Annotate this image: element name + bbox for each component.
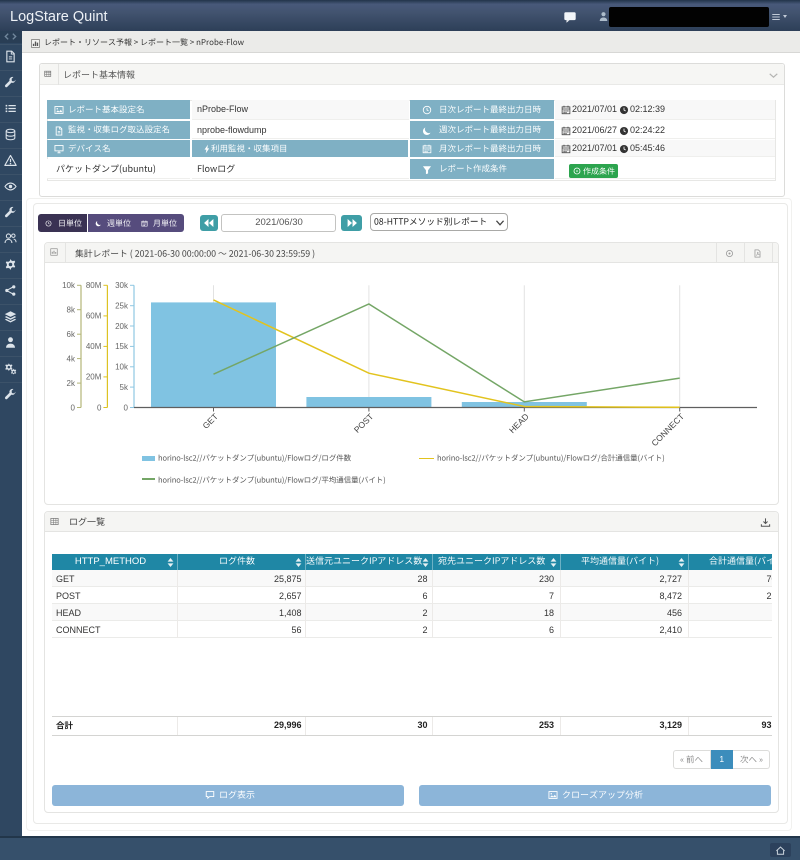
svg-text:60M: 60M <box>86 312 102 321</box>
svg-text:5k: 5k <box>120 383 129 392</box>
svg-text:0: 0 <box>71 403 76 412</box>
svg-text:15k: 15k <box>115 342 129 351</box>
svg-text:POST: POST <box>352 411 375 434</box>
svg-text:80M: 80M <box>86 281 102 290</box>
svg-text:GET: GET <box>200 411 219 430</box>
svg-text:4k: 4k <box>67 354 76 363</box>
svg-text:25k: 25k <box>115 302 129 311</box>
svg-text:2k: 2k <box>67 379 76 388</box>
svg-text:40M: 40M <box>86 342 102 351</box>
svg-text:10k: 10k <box>62 281 76 290</box>
svg-text:0: 0 <box>124 403 129 412</box>
svg-text:0: 0 <box>97 403 102 412</box>
svg-text:CONNECT: CONNECT <box>649 411 686 448</box>
svg-text:30k: 30k <box>115 281 129 290</box>
svg-text:10k: 10k <box>115 363 129 372</box>
svg-text:20M: 20M <box>86 373 102 382</box>
svg-text:20k: 20k <box>115 322 129 331</box>
svg-text:6k: 6k <box>67 330 76 339</box>
svg-text:8k: 8k <box>67 306 76 315</box>
svg-text:HEAD: HEAD <box>507 411 531 435</box>
